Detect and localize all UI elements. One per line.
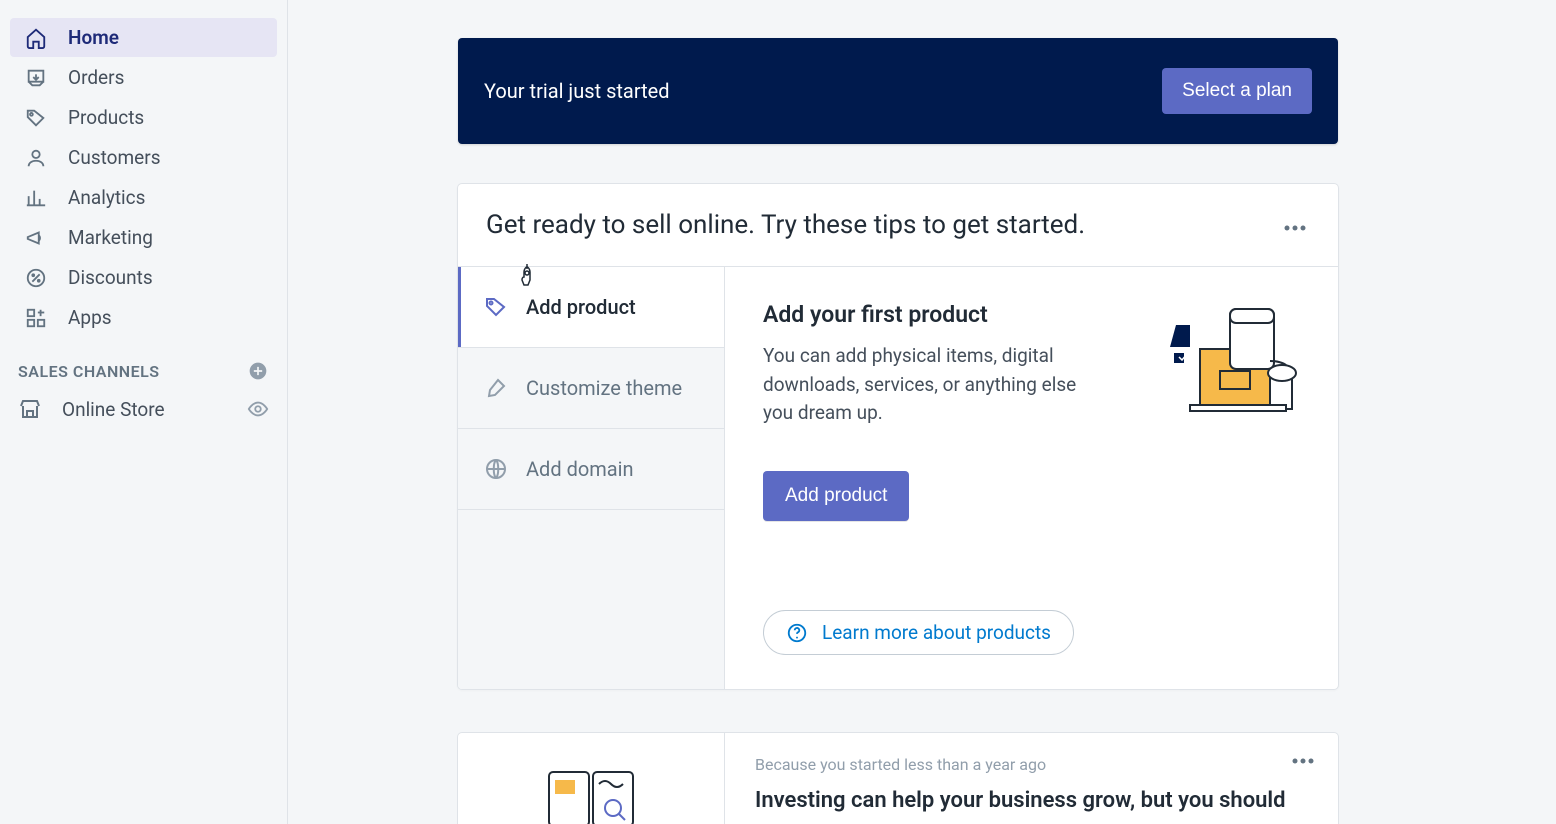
discount-icon [24,266,48,290]
nav-item-orders[interactable]: Orders [10,58,277,97]
product-illustration [1130,301,1300,431]
nav-label: Apps [68,306,112,329]
apps-icon [24,306,48,330]
help-icon [786,622,808,644]
nav-label: Analytics [68,186,145,209]
setup-detail: Add your first product You can add physi… [725,267,1338,689]
invest-title: Investing can help your business grow, b… [755,786,1308,816]
setup-tab-label: Customize theme [526,376,682,400]
setup-tab-add-product[interactable]: Add product [458,267,724,348]
channel-online-store[interactable]: Online Store [0,388,287,430]
nav-label: Orders [68,66,124,89]
invest-card: Because you started less than a year ago… [458,733,1338,824]
detail-title: Add your first product [763,301,1090,328]
bar-chart-icon [24,186,48,210]
detail-body: You can add physical items, digital down… [763,342,1090,428]
invest-more-menu[interactable] [1288,745,1318,772]
setup-heading: Get ready to sell online. Try these tips… [486,210,1085,240]
tag-icon [484,295,508,319]
nav-item-analytics[interactable]: Analytics [10,178,277,217]
invest-meta: Because you started less than a year ago [755,755,1308,774]
main-content: Your trial just started Select a plan Ge… [288,0,1556,824]
inbox-icon [24,66,48,90]
globe-icon [484,457,508,481]
trial-message: Your trial just started [484,79,670,103]
nav-item-products[interactable]: Products [10,98,277,137]
nav-item-apps[interactable]: Apps [10,298,277,337]
trial-banner: Your trial just started Select a plan [458,38,1338,144]
learn-more-link[interactable]: Learn more about products [763,610,1074,655]
nav-label: Customers [68,146,161,169]
nav-label: Home [68,26,119,49]
megaphone-icon [24,226,48,250]
nav-item-discounts[interactable]: Discounts [10,258,277,297]
setup-tabs: Add product Customize theme Add domain [458,267,725,689]
nav-label: Marketing [68,226,153,249]
nav-item-customers[interactable]: Customers [10,138,277,177]
view-store-icon[interactable] [247,398,269,420]
setup-more-menu[interactable] [1280,212,1310,239]
tag-icon [24,106,48,130]
home-icon [24,26,48,50]
sales-channels-header: SALES CHANNELS [0,338,287,388]
nav-label: Products [68,106,144,129]
channel-label: Online Store [62,398,165,421]
setup-tab-customize-theme[interactable]: Customize theme [458,348,724,429]
select-plan-button[interactable]: Select a plan [1162,68,1312,114]
learn-more-label: Learn more about products [822,621,1051,644]
nav-item-marketing[interactable]: Marketing [10,218,277,257]
setup-tab-add-domain[interactable]: Add domain [458,429,724,510]
setup-tab-label: Add product [526,295,636,319]
add-channel-button[interactable] [247,360,269,382]
store-icon [18,397,42,421]
sidebar: Home Orders Products Customers Analytics [0,0,288,824]
channels-header-label: SALES CHANNELS [18,362,160,381]
setup-card-header: Get ready to sell online. Try these tips… [458,184,1338,267]
add-product-button[interactable]: Add product [763,471,909,521]
nav-list: Home Orders Products Customers Analytics [0,18,287,337]
user-icon [24,146,48,170]
invest-illustration [458,733,725,824]
nav-label: Discounts [68,266,153,289]
brush-icon [484,376,508,400]
setup-tab-label: Add domain [526,457,634,481]
nav-item-home[interactable]: Home [10,18,277,57]
setup-card: Get ready to sell online. Try these tips… [458,184,1338,689]
